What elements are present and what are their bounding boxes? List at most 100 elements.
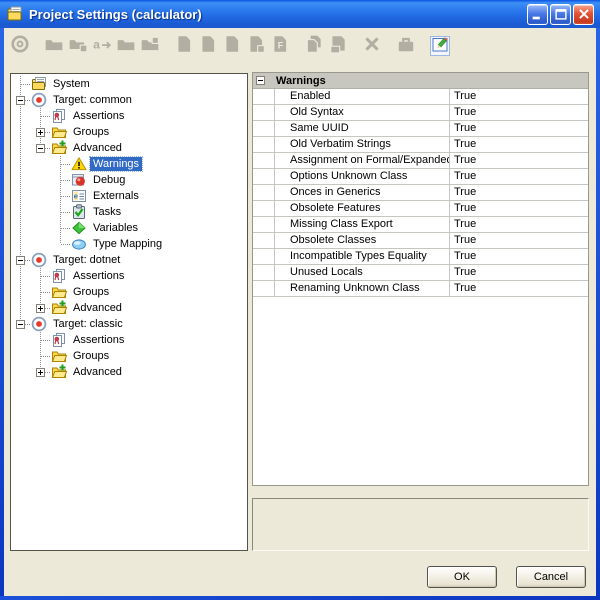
tree-item-tasks[interactable]: Tasks xyxy=(11,204,247,220)
toolbar-button-folder-b xyxy=(116,36,136,56)
expand-icon[interactable] xyxy=(36,128,45,137)
property-value[interactable]: True xyxy=(450,233,588,248)
tree-item-label[interactable]: Variables xyxy=(90,221,141,235)
ok-button[interactable]: OK xyxy=(427,566,497,588)
tree-item-assertions[interactable]: Assertions xyxy=(11,332,247,348)
property-value[interactable]: True xyxy=(450,249,588,264)
toolbar-button-record-target xyxy=(10,36,30,56)
property-name[interactable]: Options Unknown Class xyxy=(275,169,450,184)
property-name[interactable]: Assignment on Formal/Expanded xyxy=(275,153,450,168)
tree-item-label[interactable]: Assertions xyxy=(70,269,127,283)
property-value[interactable]: True xyxy=(450,201,588,216)
property-value[interactable]: True xyxy=(450,105,588,120)
tree-item-debug[interactable]: Debug xyxy=(11,172,247,188)
tree-item-system[interactable]: System xyxy=(11,76,247,92)
tree-item-variables[interactable]: Variables xyxy=(11,220,247,236)
tree-item-assertions[interactable]: Assertions xyxy=(11,268,247,284)
property-name[interactable]: Onces in Generics xyxy=(275,185,450,200)
tree-item-warnings[interactable]: Warnings xyxy=(11,156,247,172)
tree-item-label[interactable]: Assertions xyxy=(70,333,127,347)
tree-item-label[interactable]: Target: dotnet xyxy=(50,253,123,267)
collapse-section-icon[interactable] xyxy=(256,76,265,85)
tree-item-label[interactable]: Target: classic xyxy=(50,317,126,331)
tree-connector xyxy=(31,124,51,140)
tree-item-label[interactable]: Externals xyxy=(90,189,142,203)
property-name[interactable]: Same UUID xyxy=(275,121,450,136)
folder-plus-icon xyxy=(51,300,67,316)
property-value[interactable]: True xyxy=(450,281,588,296)
tree-item-externals[interactable]: e Externals xyxy=(11,188,247,204)
property-name[interactable]: Obsolete Classes xyxy=(275,233,450,248)
tree-item-target-classic[interactable]: Target: classic xyxy=(11,316,247,332)
tree-item-groups[interactable]: Groups xyxy=(11,348,247,364)
expand-icon[interactable] xyxy=(36,368,45,377)
tree-item-groups[interactable]: Groups xyxy=(11,124,247,140)
tree-item-assertions[interactable]: Assertions xyxy=(11,108,247,124)
tree-item-label[interactable]: Type Mapping xyxy=(90,237,165,251)
toolbar-button-new-file-b xyxy=(198,36,218,56)
property-name[interactable]: Incompatible Types Equality xyxy=(275,249,450,264)
tree-item-groups[interactable]: Groups xyxy=(11,284,247,300)
maximize-button[interactable] xyxy=(550,4,571,25)
row-margin xyxy=(253,169,275,184)
tree-item-label[interactable]: System xyxy=(50,77,93,91)
collapse-icon[interactable] xyxy=(36,144,45,153)
property-name[interactable]: Old Syntax xyxy=(275,105,450,120)
tree-item-target-common[interactable]: Target: common xyxy=(11,92,247,108)
tree-item-label[interactable]: Warnings xyxy=(90,157,142,171)
minimize-button[interactable] xyxy=(527,4,548,25)
collapse-icon[interactable] xyxy=(16,96,25,105)
tree-item-label[interactable]: Target: common xyxy=(50,93,135,107)
tree-item-type-mapping[interactable]: Type Mapping xyxy=(11,236,247,252)
tree-item-label[interactable]: Tasks xyxy=(90,205,124,219)
tree-item-label[interactable]: Groups xyxy=(70,285,112,299)
property-name[interactable]: Old Verbatim Strings xyxy=(275,137,450,152)
expand-icon[interactable] xyxy=(36,304,45,313)
tree-item-label[interactable]: Groups xyxy=(70,349,112,363)
tree-item-advanced[interactable]: Advanced xyxy=(11,140,247,156)
file-stack-icon xyxy=(328,34,348,59)
toolbar-button-delete xyxy=(362,36,382,56)
tree-connector xyxy=(31,364,51,380)
tree-item-label[interactable]: Debug xyxy=(90,173,128,187)
property-value[interactable]: True xyxy=(450,153,588,168)
svg-text:e: e xyxy=(74,192,78,201)
tree-connector xyxy=(51,188,71,204)
property-value[interactable]: True xyxy=(450,89,588,104)
property-value[interactable]: True xyxy=(450,137,588,152)
property-value[interactable]: True xyxy=(450,265,588,280)
tree-item-label[interactable]: Assertions xyxy=(70,109,127,123)
toolbar-button-edit[interactable] xyxy=(430,36,450,56)
property-name[interactable]: Unused Locals xyxy=(275,265,450,280)
tree-item-label[interactable]: Advanced xyxy=(70,301,125,315)
tree-item-label[interactable]: Advanced xyxy=(70,141,125,155)
property-value[interactable]: True xyxy=(450,185,588,200)
tree-item-label[interactable]: Advanced xyxy=(70,365,125,379)
property-row: Same UUIDTrue xyxy=(253,121,588,137)
svg-text:F: F xyxy=(278,40,284,50)
tree-item-advanced[interactable]: Advanced xyxy=(11,364,247,380)
toolbar-button-new-folder xyxy=(44,36,64,56)
tree-connector xyxy=(31,140,51,156)
collapse-icon[interactable] xyxy=(16,256,25,265)
collapse-icon[interactable] xyxy=(16,320,25,329)
new-folder-icon xyxy=(44,34,64,59)
tree-item-label[interactable]: Groups xyxy=(70,125,112,139)
svg-text:a: a xyxy=(93,37,100,51)
property-name[interactable]: Renaming Unknown Class xyxy=(275,281,450,296)
row-margin xyxy=(253,217,275,232)
property-value[interactable]: True xyxy=(450,217,588,232)
assertions-icon xyxy=(51,108,67,124)
tree-indent-guide xyxy=(31,236,51,252)
property-name[interactable]: Enabled xyxy=(275,89,450,104)
cancel-button[interactable]: Cancel xyxy=(516,566,586,588)
tree-item-advanced[interactable]: Advanced xyxy=(11,300,247,316)
property-name[interactable]: Missing Class Export xyxy=(275,217,450,232)
tree-item-target-dotnet[interactable]: Target: dotnet xyxy=(11,252,247,268)
property-value[interactable]: True xyxy=(450,169,588,184)
tree-indent-guide xyxy=(11,236,31,252)
new-file-a-icon xyxy=(174,34,194,59)
property-name[interactable]: Obsolete Features xyxy=(275,201,450,216)
property-value[interactable]: True xyxy=(450,121,588,136)
close-button[interactable] xyxy=(573,4,594,25)
